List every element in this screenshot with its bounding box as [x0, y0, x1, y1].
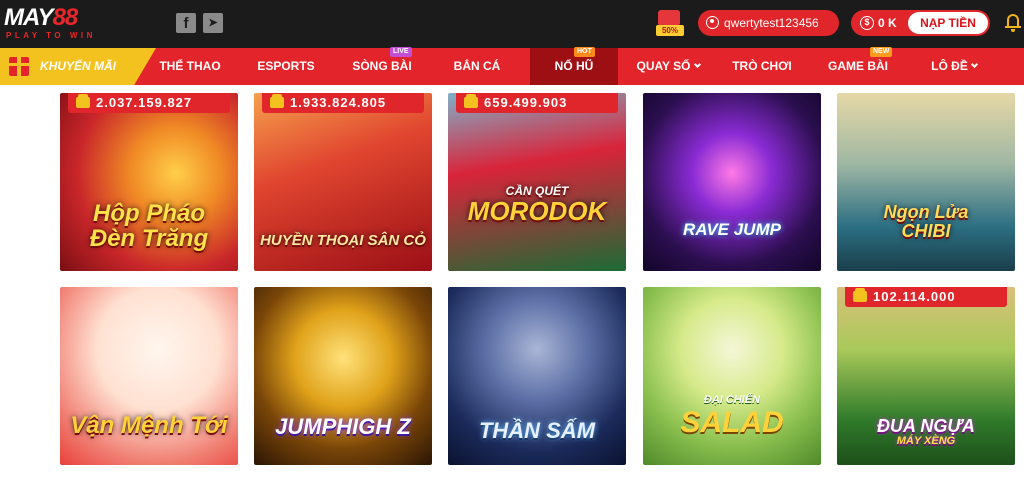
jackpot-badge: 2.037.159.827: [68, 93, 230, 113]
logo-text-88: 88: [52, 4, 79, 31]
logo-tagline: PLAY TO WIN: [6, 31, 96, 40]
game-title: Ngọn Lửa CHIBI: [837, 203, 1015, 241]
game-title-line2: RAVE JUMP: [683, 220, 781, 239]
game-title: HUYỀN THOẠI SÂN CỎ: [254, 233, 432, 249]
jackpot-value: 1.933.824.805: [290, 95, 387, 110]
jackpot-value: 2.037.159.827: [96, 95, 193, 110]
nav-item-label: QUAY SỐ: [636, 59, 691, 73]
game-title: ĐUA NGỰA MÁY XÈNG: [837, 417, 1015, 447]
username-label: qwertytest123456: [724, 16, 819, 30]
game-title-line2: Vận Mệnh Tới: [70, 412, 228, 439]
game-card-morodok[interactable]: 659.499.903 CẦN QUÉT MORODOK: [448, 93, 626, 271]
game-title-line2: HUYỀN THOẠI SÂN CỎ: [260, 232, 426, 249]
logo-text-may: MAY: [4, 4, 54, 31]
game-title-line2: MORODOK: [467, 195, 607, 226]
game-card-hop-phao-den-trang[interactable]: 2.037.159.827 Hộp Pháo Đèn Trăng: [60, 93, 238, 271]
main-nav: KHUYẾN MÃI THỂ THAO ESPORTS SÒNG BÀI LIV…: [0, 47, 1024, 85]
nav-item-label: NỔ HŨ: [554, 59, 594, 73]
bell-icon[interactable]: [1005, 14, 1021, 32]
game-card-huyen-thoai-san-co[interactable]: 1.933.824.805 HUYỀN THOẠI SÂN CỎ: [254, 93, 432, 271]
treasure-chest-icon: [464, 94, 478, 108]
nav-item-label: GAME BÀI: [828, 59, 888, 73]
live-badge: LIVE: [390, 47, 412, 57]
nav-promotions[interactable]: KHUYẾN MÃI: [0, 48, 156, 85]
game-title-line1: Hộp Pháo: [93, 200, 205, 227]
treasure-chest-icon: [76, 94, 90, 108]
game-title: RAVE JUMP: [643, 221, 821, 239]
gift-icon: [9, 57, 29, 76]
nav-item-esports[interactable]: ESPORTS: [246, 48, 326, 85]
promo-50-percent-icon[interactable]: 50%: [656, 10, 684, 36]
game-title-line2: Đèn Trăng: [89, 225, 209, 253]
game-title: THẦN SẤM: [448, 419, 626, 442]
game-title-line1: ĐẠI CHIẾN: [703, 394, 761, 406]
game-card-van-menh-toi[interactable]: Vận Mệnh Tới: [60, 287, 238, 465]
nav-item-label: SÒNG BÀI: [352, 59, 412, 73]
new-badge: NEW: [870, 47, 893, 57]
balance-value: 0 K: [878, 16, 897, 30]
game-title-line2: MÁY XÈNG: [896, 434, 956, 447]
nav-item-label: LÔ ĐỀ: [931, 59, 968, 73]
nav-item-slots[interactable]: NỔ HŨ HOT: [530, 47, 618, 85]
treasure-chest-icon: [270, 94, 284, 108]
nav-item-label: THỂ THAO: [159, 59, 221, 73]
nav-item-casino[interactable]: SÒNG BÀI LIVE: [342, 47, 422, 85]
game-title-line2: JUMPHIGH Z: [275, 414, 411, 439]
jackpot-badge: 1.933.824.805: [262, 93, 424, 113]
nav-item-lotto[interactable]: LÔ ĐỀ: [914, 48, 994, 85]
game-title-line1: Ngọn Lửa: [883, 202, 969, 222]
jackpot-value: 659.499.903: [484, 95, 568, 110]
nav-item-label: TRÒ CHƠI: [732, 59, 792, 73]
nav-item-label: BẮN CÁ: [453, 59, 501, 73]
coin-icon: $: [860, 16, 874, 30]
game-card-jumphigh-z[interactable]: JUMPHIGH Z: [254, 287, 432, 465]
game-title-line2: THẦN SẤM: [478, 418, 596, 443]
treasure-chest-icon: [853, 288, 867, 302]
deposit-button[interactable]: NẠP TIỀN: [908, 12, 988, 34]
nav-item-lottery-draw[interactable]: QUAY SỐ: [628, 48, 708, 85]
nav-item-label: ESPORTS: [257, 59, 315, 73]
balance-pill: $ 0 K NẠP TIỀN: [851, 10, 990, 36]
nav-item-sports[interactable]: THỂ THAO: [150, 48, 230, 85]
user-icon: [706, 16, 719, 29]
jackpot-badge: 659.499.903: [456, 93, 618, 113]
nav-item-games[interactable]: TRÒ CHƠI: [722, 48, 802, 85]
hot-badge: HOT: [574, 47, 595, 57]
game-title-line2: SALAD: [680, 405, 784, 439]
facebook-icon[interactable]: f: [176, 13, 196, 33]
nav-promotions-label: KHUYẾN MÃI: [40, 59, 117, 73]
game-card-dua-ngua-may-xeng[interactable]: 102.114.000 ĐUA NGỰA MÁY XÈNG: [837, 287, 1015, 465]
game-card-rave-jump[interactable]: RAVE JUMP: [643, 93, 821, 271]
jackpot-value: 102.114.000: [873, 289, 956, 304]
game-title: JUMPHIGH Z: [254, 415, 432, 438]
game-card-dai-chien-salad[interactable]: ĐẠI CHIẾN SALAD: [643, 287, 821, 465]
chevron-down-icon: [970, 60, 978, 69]
promo-50-label: 50%: [656, 25, 684, 36]
top-bar: MAY88 PLAY TO WIN f ➤ 50% qwertytest1234…: [0, 0, 1024, 48]
game-card-ngon-lua-chibi[interactable]: Ngọn Lửa CHIBI: [837, 93, 1015, 271]
nav-item-card-games[interactable]: GAME BÀI NEW: [818, 47, 898, 85]
user-account-button[interactable]: qwertytest123456: [698, 10, 839, 36]
game-title: ĐẠI CHIẾN SALAD: [643, 394, 821, 439]
game-title-line2: CHIBI: [901, 220, 951, 241]
game-title-line1: ĐUA NGỰA: [877, 416, 975, 436]
game-card-than-sam[interactable]: THẦN SẤM: [448, 287, 626, 465]
jackpot-badge: 102.114.000: [845, 287, 1007, 307]
may88-logo[interactable]: MAY88 PLAY TO WIN: [4, 6, 124, 42]
game-title: CẦN QUÉT MORODOK: [448, 185, 626, 225]
chevron-down-icon: [693, 60, 701, 69]
game-title: Vận Mệnh Tới: [60, 413, 238, 438]
game-title: Hộp Pháo Đèn Trăng: [60, 200, 238, 253]
telegram-icon[interactable]: ➤: [203, 13, 223, 33]
nav-item-fishing[interactable]: BẮN CÁ: [437, 48, 517, 85]
